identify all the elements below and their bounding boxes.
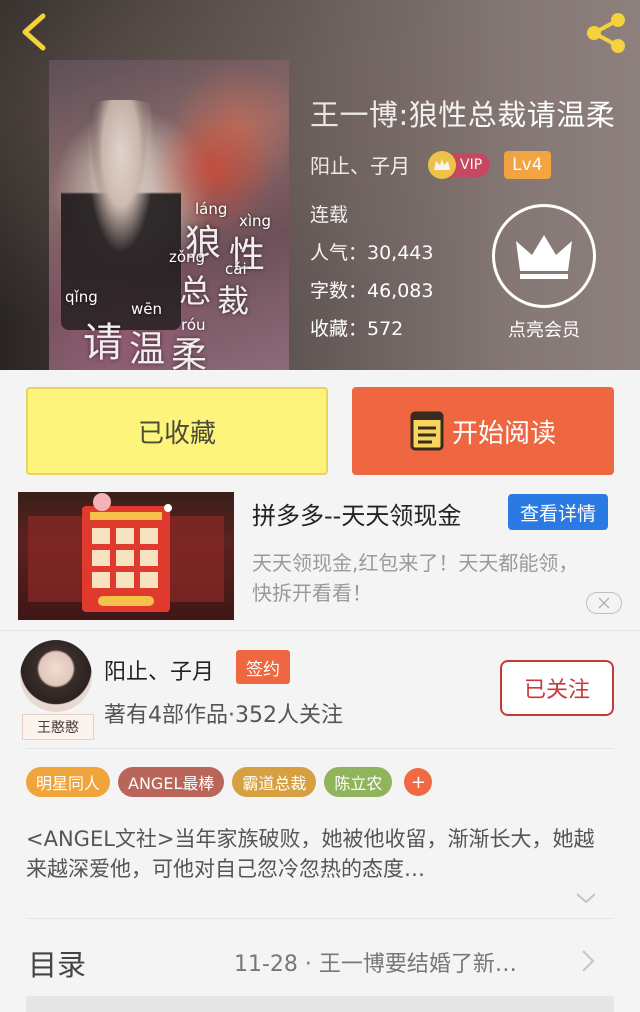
book-cover[interactable]: láng xìng 狼 性 zǒng cái 总 裁 qǐng wēn róu … xyxy=(49,60,289,370)
share-button[interactable] xyxy=(580,8,632,58)
toc-chevron[interactable] xyxy=(578,948,598,974)
book-icon xyxy=(410,411,444,451)
latest-chapter[interactable]: 11-28 · 王一博要结婚了新… xyxy=(234,946,564,978)
divider xyxy=(26,918,614,919)
back-button[interactable] xyxy=(14,10,54,54)
favorites-stat: 收藏：572 xyxy=(310,318,404,340)
vip-label: VIP xyxy=(460,156,483,173)
chevron-right-icon xyxy=(582,950,595,972)
add-tag-button[interactable]: + xyxy=(404,768,433,796)
tag-chip[interactable]: ANGEL最棒 xyxy=(118,767,225,797)
word-count-stat: 字数：46,083 xyxy=(310,280,434,302)
tag-chip[interactable]: 霸道总裁 xyxy=(232,767,317,797)
divider xyxy=(0,630,640,631)
close-icon xyxy=(598,597,610,609)
ad-description: 天天领现金,红包来了！天天都能领，快拆开看看！ xyxy=(252,551,579,605)
tag-chip[interactable]: 陈立农 xyxy=(324,767,393,797)
follow-button[interactable]: 已关注 xyxy=(500,660,614,716)
book-title: 王一博:狼性总裁请温柔 xyxy=(310,98,616,132)
bottom-section xyxy=(26,996,614,1012)
crown-icon xyxy=(428,150,456,179)
chevron-left-icon xyxy=(22,13,46,51)
collected-label: 已收藏 xyxy=(137,418,216,449)
collected-button[interactable]: 已收藏 xyxy=(26,387,328,475)
level-badge: Lv4 xyxy=(504,150,551,179)
cover-pinyin: wēn xyxy=(131,300,163,318)
cover-pinyin: qǐng xyxy=(65,288,98,306)
tag-list: 明星同人 ANGEL最棒 霸道总裁 陈立农 + xyxy=(26,767,433,797)
synopsis[interactable]: <ANGEL文社>当年家族破败，她被他收留，渐渐长大，她越来越深爱他，可他对自己… xyxy=(26,824,606,884)
chevron-down-icon xyxy=(576,893,596,904)
serial-status: 连载 xyxy=(310,204,349,226)
tag-chip[interactable]: 明星同人 xyxy=(26,767,111,797)
member-label[interactable]: 点亮会员 xyxy=(496,316,592,342)
toc-label[interactable]: 目录 xyxy=(28,942,86,984)
cover-title-char: 请 xyxy=(83,320,123,366)
ad-illustration xyxy=(28,493,224,612)
cover-pinyin: zǒng xyxy=(169,248,206,266)
ad-image[interactable] xyxy=(18,492,234,620)
crown-icon xyxy=(516,235,572,279)
ad-detail-button[interactable]: 查看详情 xyxy=(508,494,608,530)
author-row: 阳止、子月 VIP Lv4 xyxy=(310,150,551,179)
vip-badge: VIP xyxy=(428,150,491,179)
cover-title-char: 柔 xyxy=(171,335,208,370)
cover-title-char: 裁 xyxy=(217,282,250,320)
ad-title[interactable]: 拼多多--天天领现金 xyxy=(252,496,461,531)
share-icon xyxy=(587,13,625,53)
avatar-sticker: 王憨憨 xyxy=(22,714,94,740)
divider xyxy=(26,748,614,749)
cover-title-char: 总 xyxy=(179,272,212,310)
plus-icon: + xyxy=(410,771,426,793)
author-name[interactable]: 阳止、子月 xyxy=(104,654,214,686)
start-reading-label: 开始阅读 xyxy=(451,418,556,449)
popularity-stat: 人气：30,443 xyxy=(310,242,434,264)
cover-title-char: 温 xyxy=(129,329,166,370)
signed-badge: 签约 xyxy=(236,650,290,684)
start-reading-button[interactable]: 开始阅读 xyxy=(352,387,614,475)
book-header: láng xìng 狼 性 zǒng cái 总 裁 qǐng wēn róu … xyxy=(0,0,640,370)
avatar[interactable] xyxy=(20,640,92,712)
member-button[interactable] xyxy=(492,204,596,308)
author-stats: 著有4部作品·352人关注 xyxy=(104,703,343,728)
ad-close-button[interactable] xyxy=(586,592,622,614)
expand-synopsis-button[interactable] xyxy=(572,888,600,908)
author-line: 阳止、子月 xyxy=(310,154,410,178)
